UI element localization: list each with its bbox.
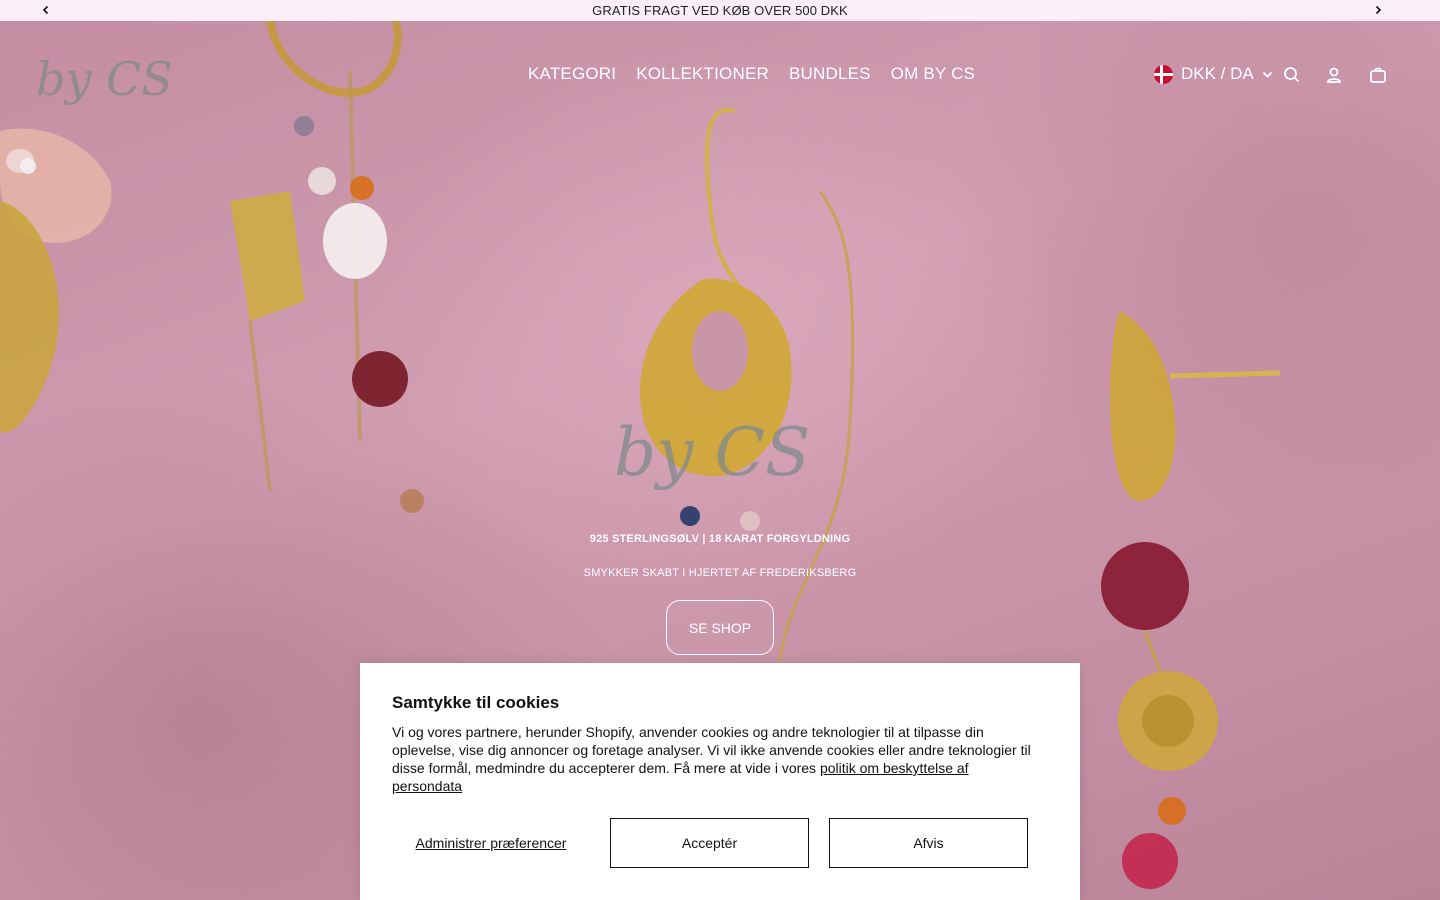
site-header: by CS KATEGORI KOLLEKTIONER BUNDLES OM B… xyxy=(0,21,1440,131)
hero-logo: by CS xyxy=(610,405,830,505)
hero-tagline-secondary: SMYKKER SKABT I HJERTET AF FREDERIKSBERG xyxy=(583,567,857,579)
nav-item-kollektioner[interactable]: KOLLEKTIONER xyxy=(636,64,769,84)
locale-selector[interactable]: DKK / DA xyxy=(1154,64,1273,84)
locale-label: DKK / DA xyxy=(1181,64,1254,83)
announcement-text: GRATIS FRAGT VED KØB OVER 500 DKK xyxy=(592,3,848,18)
svg-text:by CS: by CS xyxy=(36,52,173,106)
site-logo[interactable]: by CS xyxy=(28,43,188,113)
manage-preferences-button[interactable]: Administrer præferencer xyxy=(392,835,590,852)
cookie-consent-banner: Samtykke til cookies Vi og vores partner… xyxy=(360,663,1080,900)
hero-tagline-primary: 925 STERLINGSØLV | 18 KARAT FORGYLDNING xyxy=(589,533,851,545)
shop-button[interactable]: SE SHOP xyxy=(666,600,774,655)
main-nav: KATEGORI KOLLEKTIONER BUNDLES OM BY CS xyxy=(528,64,975,84)
denmark-flag-icon xyxy=(1154,64,1173,84)
svg-text:by CS: by CS xyxy=(614,414,810,491)
chevron-left-icon[interactable] xyxy=(38,2,54,18)
nav-item-om-by-cs[interactable]: OM BY CS xyxy=(891,64,975,84)
account-icon[interactable] xyxy=(1324,65,1344,85)
nav-item-kategori[interactable]: KATEGORI xyxy=(528,64,616,84)
accept-button[interactable]: Acceptér xyxy=(610,818,809,868)
cookie-title: Samtykke til cookies xyxy=(392,693,560,712)
cart-icon[interactable] xyxy=(1368,65,1388,85)
chevron-right-icon[interactable] xyxy=(1370,2,1386,18)
announcement-bar: GRATIS FRAGT VED KØB OVER 500 DKK xyxy=(0,0,1440,21)
search-icon[interactable] xyxy=(1282,65,1302,85)
chevron-down-icon xyxy=(1262,71,1272,78)
cookie-body: Vi og vores partnere, herunder Shopify, … xyxy=(392,723,1042,795)
nav-item-bundles[interactable]: BUNDLES xyxy=(789,64,871,84)
cookie-actions: Administrer præferencer Acceptér Afvis xyxy=(392,818,1028,868)
decline-button[interactable]: Afvis xyxy=(829,818,1028,868)
